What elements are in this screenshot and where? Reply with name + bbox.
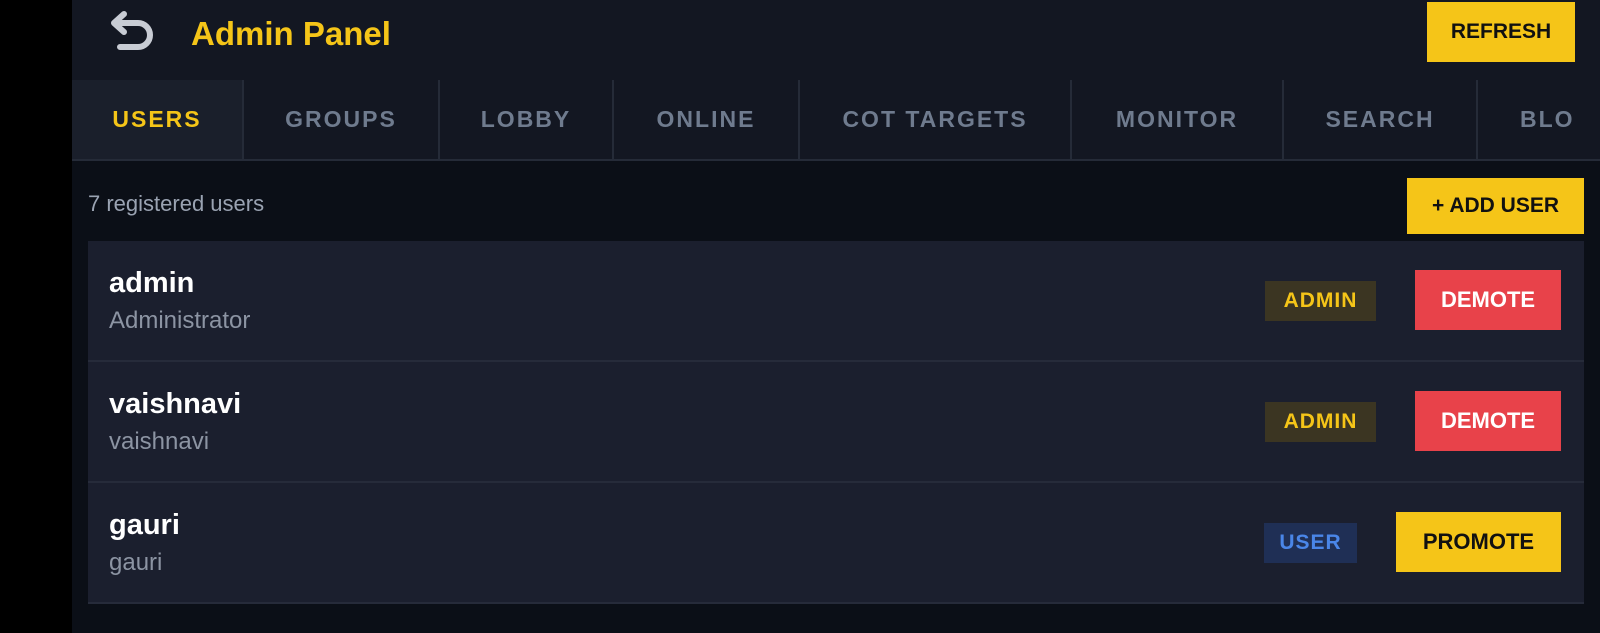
tab-cot-targets[interactable]: COT TARGETS [800,80,1072,159]
tab-blocked[interactable]: BLO [1478,80,1600,159]
tab-monitor[interactable]: MONITOR [1072,80,1284,159]
user-list: admin Administrator ADMIN DEMOTE vaishna… [88,241,1584,604]
user-row: vaishnavi vaishnavi ADMIN DEMOTE [88,362,1584,483]
tab-online[interactable]: ONLINE [614,80,800,159]
user-display-name: gauri [109,549,163,576]
app-header: Admin Panel REFRESH [72,0,1600,80]
users-toolbar: 7 registered users + ADD USER [72,161,1600,241]
tab-bar: USERS GROUPS LOBBY ONLINE COT TARGETS MO… [72,80,1600,161]
registered-users-count: 7 registered users [88,191,265,216]
user-row: admin Administrator ADMIN DEMOTE [88,241,1584,362]
undo-arrow-icon [110,8,158,57]
role-badge: ADMIN [1265,402,1376,442]
role-badge: USER [1264,523,1357,563]
role-badge: ADMIN [1265,281,1376,321]
demote-button[interactable]: DEMOTE [1415,391,1561,451]
add-user-button[interactable]: + ADD USER [1407,178,1584,234]
demote-button[interactable]: DEMOTE [1415,270,1561,330]
back-button[interactable] [102,8,166,56]
refresh-button[interactable]: REFRESH [1427,2,1575,62]
username: gauri [109,509,180,541]
promote-button[interactable]: PROMOTE [1396,512,1561,572]
tab-search[interactable]: SEARCH [1284,80,1478,159]
admin-app: Admin Panel REFRESH USERS GROUPS LOBBY O… [72,0,1600,633]
username: admin [109,267,195,299]
tab-users[interactable]: USERS [72,80,244,159]
user-row: gauri gauri USER PROMOTE [88,483,1584,604]
user-display-name: Administrator [109,307,251,334]
tab-lobby[interactable]: LOBBY [440,80,614,159]
page-title: Admin Panel [191,15,391,52]
tab-groups[interactable]: GROUPS [244,80,440,159]
user-display-name: vaishnavi [109,428,210,455]
username: vaishnavi [109,388,242,420]
